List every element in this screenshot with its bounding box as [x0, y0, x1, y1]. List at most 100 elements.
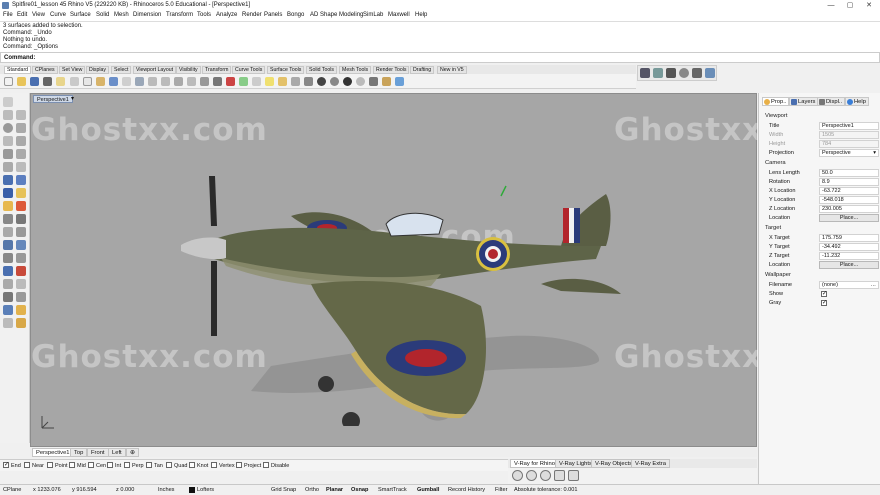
point-icon[interactable] — [3, 110, 13, 120]
cplane-icon[interactable] — [226, 77, 235, 86]
tab-front[interactable]: Front — [87, 448, 109, 457]
cut-icon[interactable] — [70, 77, 79, 86]
lens-length-field[interactable]: 50.0 — [819, 169, 879, 177]
viewport-menu-arrow[interactable]: ▾ — [71, 95, 74, 102]
tab-vray-objects[interactable]: V-Ray Objects — [591, 459, 637, 468]
checkbox-icon[interactable] — [24, 462, 30, 468]
osnap-tan[interactable]: Tan — [146, 462, 163, 469]
rendered-sphere-icon[interactable] — [343, 77, 352, 86]
split-icon[interactable] — [16, 279, 26, 289]
extrude-icon[interactable] — [16, 188, 26, 198]
offset-icon[interactable] — [3, 162, 13, 172]
move-icon[interactable] — [3, 227, 13, 237]
vray-batch-icon[interactable] — [568, 470, 579, 481]
tab-vray-lights[interactable]: V-Ray Lights — [555, 459, 596, 468]
zoom-extents-icon[interactable] — [174, 77, 183, 86]
zoom-selected-icon[interactable] — [187, 77, 196, 86]
curve-icon[interactable] — [3, 149, 13, 159]
properties-icon[interactable] — [304, 77, 313, 86]
zoom-window-icon[interactable] — [161, 77, 170, 86]
tab-drafting[interactable]: Drafting — [410, 66, 435, 74]
open-file-icon[interactable] — [17, 77, 26, 86]
maximize-button[interactable]: ▢ — [841, 1, 859, 10]
vray-frame-icon[interactable] — [554, 470, 565, 481]
projection-select[interactable]: Perspective ▾ — [819, 149, 879, 157]
tab-vray-extra[interactable]: V-Ray Extra — [631, 459, 670, 468]
checkbox-icon[interactable] — [88, 462, 94, 468]
tab-display[interactable]: Displ.. — [817, 97, 846, 106]
tab-top[interactable]: Top — [70, 448, 88, 457]
osnap-mid[interactable]: Mid — [69, 462, 86, 469]
tab-render-tools[interactable]: Render Tools — [373, 66, 410, 74]
vray-rt-icon[interactable] — [705, 68, 715, 78]
tab-set-view[interactable]: Set View — [59, 66, 86, 74]
checkbox-icon[interactable] — [69, 462, 75, 468]
circle-icon[interactable] — [3, 123, 13, 133]
undo-icon[interactable] — [109, 77, 118, 86]
osnap-cen[interactable]: Cen — [88, 462, 106, 469]
tab-help[interactable]: Help — [845, 97, 869, 106]
polyline-icon[interactable] — [16, 110, 26, 120]
tab-select[interactable]: Select — [111, 66, 132, 74]
menu-curve[interactable]: Curve — [50, 12, 66, 18]
checkbox-icon[interactable] — [263, 462, 269, 468]
tab-surface-tools[interactable]: Surface Tools — [267, 66, 305, 74]
copy-object-icon[interactable] — [16, 227, 26, 237]
tab-left[interactable]: Left — [108, 448, 126, 457]
menu-transform[interactable]: Transform — [166, 12, 193, 18]
checkbox-icon[interactable] — [107, 462, 113, 468]
material-editor-icon[interactable] — [679, 68, 689, 78]
add-view-button[interactable]: ⊕ — [126, 448, 139, 457]
gumball-icon[interactable] — [16, 318, 26, 328]
tab-layers[interactable]: Layers — [789, 97, 819, 106]
menu-analyze[interactable]: Analyze — [216, 12, 237, 18]
menu-mesh[interactable]: Mesh — [114, 12, 129, 18]
ungroup-icon[interactable] — [16, 292, 26, 302]
tab-curve-tools[interactable]: Curve Tools — [232, 66, 266, 74]
light-bulb-icon[interactable] — [265, 77, 274, 86]
menu-edit[interactable]: Edit — [17, 12, 27, 18]
rectangle-icon[interactable] — [3, 136, 13, 146]
viewport-title[interactable]: Perspective1 — [33, 95, 73, 103]
lock-icon[interactable] — [278, 77, 287, 86]
ghosted-sphere-icon[interactable] — [356, 77, 365, 86]
x-location-field[interactable]: -63.722 — [819, 187, 879, 195]
tab-visibility[interactable]: Visibility — [176, 66, 201, 74]
checkbox-icon[interactable] — [166, 462, 172, 468]
menu-panels[interactable]: Panels — [264, 12, 282, 18]
menu-dimension[interactable]: Dimension — [133, 12, 161, 18]
menu-tools[interactable]: Tools — [197, 12, 211, 18]
rotation-field[interactable]: 8.9 — [819, 178, 879, 186]
osnap-vertex[interactable]: Vertex — [211, 462, 235, 469]
tab-cplanes[interactable]: CPlanes — [32, 66, 58, 74]
osnap-int[interactable]: Int — [107, 462, 121, 469]
show-checkbox[interactable] — [821, 290, 827, 297]
current-layer[interactable]: Lofters — [197, 487, 214, 493]
osnap-toggle[interactable]: Osnap — [351, 487, 368, 493]
menu-render[interactable]: Render — [242, 12, 262, 18]
checkbox-icon[interactable] — [3, 461, 9, 468]
select-arrow-icon[interactable] — [3, 97, 13, 107]
options-icon[interactable] — [382, 77, 391, 86]
checkbox-icon[interactable] — [211, 462, 217, 468]
tab-perspective1[interactable]: Perspective1 — [32, 448, 74, 457]
y-location-field[interactable]: -548.018 — [819, 196, 879, 204]
osnap-knot[interactable]: Knot — [189, 462, 208, 469]
array-icon[interactable] — [16, 253, 26, 263]
paste-icon[interactable] — [96, 77, 105, 86]
wireframe-sphere-icon[interactable] — [317, 77, 326, 86]
vray-camera-icon[interactable] — [512, 470, 523, 481]
y-target-field[interactable]: -34.492 — [819, 243, 879, 251]
osnap-quad[interactable]: Quad — [166, 462, 187, 469]
gumball-toggle[interactable]: Gumball — [417, 487, 439, 493]
z-location-field[interactable]: 230.005 — [819, 205, 879, 213]
camera-place-button[interactable]: Place... — [819, 214, 879, 222]
spitfire-model[interactable] — [181, 166, 621, 426]
history-icon[interactable] — [3, 318, 13, 328]
rotate-icon[interactable] — [3, 240, 13, 250]
menu-help[interactable]: Help — [415, 12, 427, 18]
tab-display[interactable]: Display — [86, 66, 110, 74]
filename-field[interactable]: (none)… — [819, 281, 879, 289]
x-target-field[interactable]: 175.759 — [819, 234, 879, 242]
arc-icon[interactable] — [16, 123, 26, 133]
